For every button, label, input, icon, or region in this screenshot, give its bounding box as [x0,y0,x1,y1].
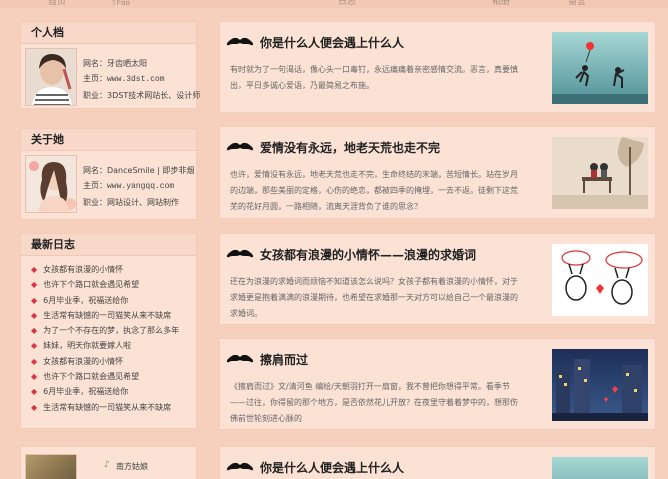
bullet-icon: ◆ [31,295,38,305]
bullet-icon: ◆ [31,341,38,351]
article-excerpt: 《擦肩而过》文/清河鱼 编绘/天朝羽打开一扇窗，我不曾把你想得平常。看季节——过… [230,382,518,423]
bullet-icon: ◆ [31,265,38,274]
about-home[interactable]: 主页：www.yangqq.com [83,179,194,195]
article-card: 你是什么人便会遇上什么人 [219,446,656,479]
about-name: 网名：DanceSmile | 即步非烟 [83,166,195,175]
list-item[interactable]: ◆ 生活常有缺憾的一司猫笑从来不缺席 [31,308,196,323]
article-card: 女孩都有浪漫的小情怀——浪漫的求婚词 还在为浪漫的求婚词而烦恼不知道该怎么说吗？… [219,233,656,325]
list-item[interactable]: ◆ 女孩都有浪漫的小情怀 [31,354,196,369]
mustache-icon [226,249,254,258]
nav-item-message[interactable]: 留言 [568,0,586,7]
profile-avatar [25,48,77,106]
music-note-icon: ♪ [104,460,110,470]
mustache-icon [226,462,254,471]
top-nav: 首页 作品 日志 相册 留言 [0,0,668,8]
article-title[interactable]: 你是什么人便会遇上什么人 [260,459,404,476]
music-track[interactable]: 南方姑娘 [116,461,148,472]
bullet-icon: ◆ [31,326,38,336]
profile-job: 职业：3DST技术网站长、设计师 [83,91,201,100]
recent-posts-title: 最新日志 [21,234,196,256]
nav-item-log[interactable]: 日志 [338,0,356,7]
mustache-icon [226,354,254,363]
article-card: 你是什么人便会遇上什么人 有时就为了一句渴话，像心头一口毒钉，永远痛痛着亲密感情… [219,21,656,113]
profile-panel-title: 个人档 [21,22,196,44]
article-excerpt: 还在为浪漫的求婚词而烦恼不知道该怎么说吗？女孩子都有着浪漫的小情怀，对于求婚更是… [230,277,518,318]
article-card: 爱情没有永远，地老天荒也走不完 也许，爱情没有永远，地老天荒也走不完，生命终结的… [219,126,656,219]
profile-name: 网名：牙齿晒太阳 [83,59,147,68]
nav-item-home[interactable]: 首页 [48,0,66,7]
list-item[interactable]: ◆ 也许下个路口就会遇见希望 [31,369,196,384]
nav-item-works[interactable]: 作品 [112,0,130,7]
about-job: 职业：网站设计、网站制作 [83,198,179,207]
article-excerpt: 也许，爱情没有永远，地老天荒也走不完，生命终结的末端，苦短情长。站在岁月的边端，… [230,170,518,211]
bullet-icon: ◆ [31,356,38,366]
list-item[interactable]: ◆ 6月毕业季，祝福送给你 [31,293,196,308]
about-panel: 关于她 网名：DanceSmile | 即步非烟 主页：www.yangqq.c… [20,128,197,220]
article-card: 擦肩而过 《擦肩而过》文/清河鱼 编绘/天朝羽打开一扇窗，我不曾把你想得平常。看… [219,338,656,430]
couple-jumping-icon[interactable] [552,32,648,104]
mustache-icon [226,37,254,46]
bullet-icon: ◆ [31,402,38,412]
recent-posts-list: ◆ 女孩都有浪漫的小情怀 ◆ 也许下个路口就会遇见希望 ◆ 6月毕业季，祝福送给你 ◆… [21,256,196,415]
list-item[interactable]: ◆ 妹妹，明天你就要嫁人啦 [31,338,196,353]
list-item[interactable]: ◆ 女孩都有浪漫的小情怀 [31,262,196,277]
couple-jumping-icon[interactable] [552,457,648,479]
bullet-icon: ◆ [31,372,38,382]
bullet-icon: ◆ [31,310,38,320]
list-item[interactable]: ◆ 生活常有缺憾的一司猫笑从来不缺席 [31,400,196,415]
article-excerpt: 有时就为了一句渴话，像心头一口毒钉，永远痛痛着亲密感情交流。恶言，真要慎出，平日… [230,65,518,90]
mustache-icon [226,142,254,151]
article-title[interactable]: 你是什么人便会遇上什么人 [260,34,404,51]
article-title[interactable]: 爱情没有永远，地老天荒也走不完 [260,139,440,156]
list-item[interactable]: ◆ 也许下个路口就会遇见希望 [31,277,196,292]
list-item[interactable]: ◆ 为了一个不存在的梦，执念了那么多年 [31,323,196,338]
bullet-icon: ◆ [31,280,38,290]
about-avatar [25,155,77,213]
article-title[interactable]: 擦肩而过 [260,351,308,368]
profile-panel: 个人档 网名：牙齿晒太阳 主页：www.3dst.com 职业：3DST技术网站… [20,21,201,109]
about-panel-title: 关于她 [21,129,196,151]
album-cover [25,454,77,479]
couple-bench-icon[interactable] [552,137,648,209]
recent-posts-panel: 最新日志 ◆ 女孩都有浪漫的小情怀 ◆ 也许下个路口就会遇见希望 ◆ 6月毕业季，祝福… [20,233,197,429]
nav-item-album[interactable]: 相册 [492,0,510,7]
article-title[interactable]: 女孩都有浪漫的小情怀——浪漫的求婚词 [260,246,476,263]
profile-home[interactable]: 主页：www.3dst.com [83,72,200,88]
rabbit-proposal-icon[interactable] [552,244,648,316]
city-night-icon[interactable] [552,349,648,421]
bullet-icon: ◆ [31,387,38,397]
list-item[interactable]: ◆ 6月毕业季，祝福送给你 [31,384,196,399]
